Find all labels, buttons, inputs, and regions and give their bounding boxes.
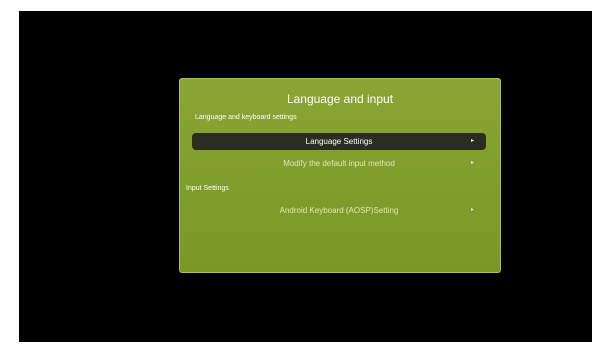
chevron-right-icon: ▸	[470, 138, 474, 144]
menu-item-android-keyboard[interactable]: Android Keyboard (AOSP)Setting ▸	[192, 202, 486, 219]
menu-item-modify-input-method[interactable]: Modify the default input method ▸	[192, 155, 486, 172]
menu-item-label: Modify the default input method	[283, 159, 395, 168]
section-header-language-keyboard: Language and keyboard settings	[195, 114, 297, 121]
section-header-input-settings: Input Settings	[186, 185, 229, 192]
chevron-right-icon: ▸	[470, 160, 474, 166]
dialog-title: Language and input	[286, 92, 394, 106]
menu-item-language-settings[interactable]: Language Settings ▸	[192, 133, 486, 150]
tv-screen: Language and input Language and keyboard…	[19, 11, 592, 342]
chevron-right-icon: ▸	[470, 207, 474, 213]
language-input-dialog: Language and input Language and keyboard…	[179, 78, 501, 273]
menu-item-label: Language Settings	[305, 137, 373, 146]
menu-item-label: Android Keyboard (AOSP)Setting	[279, 206, 399, 215]
